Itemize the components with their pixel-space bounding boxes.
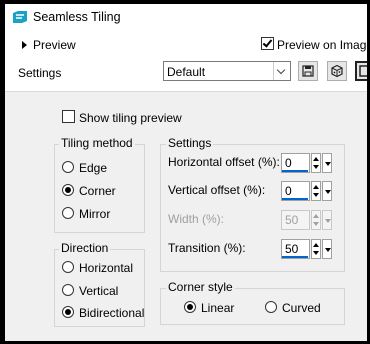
corner-style-curved-radio[interactable] (265, 301, 277, 313)
direction-bidirectional-radio[interactable] (62, 306, 74, 318)
spin-up-icon[interactable] (313, 185, 319, 189)
horizontal-offset-bar (282, 170, 308, 172)
spin-down-icon[interactable] (313, 193, 319, 197)
transition-spinner[interactable]: 50 (281, 239, 333, 259)
divider (5, 91, 367, 92)
width-value: 50 (285, 213, 299, 227)
dialog-window: Seamless Tiling Preview Preview on Image… (5, 4, 367, 341)
chevron-down-icon[interactable] (273, 62, 290, 80)
dice-icon (331, 64, 343, 78)
horizontal-offset-spinner[interactable]: 0 (281, 153, 333, 173)
width-spinner: 50 (281, 210, 333, 230)
width-label: Width (%): (168, 212, 225, 226)
chevron-down-icon (325, 248, 331, 252)
tiling-method-corner-label: Corner (79, 184, 116, 198)
direction-vertical-radio[interactable] (62, 284, 74, 296)
title-bar: Seamless Tiling (5, 4, 367, 30)
corner-style-title: Corner style (166, 280, 235, 294)
transition-dropdown[interactable] (322, 239, 332, 259)
direction-vertical-label: Vertical (79, 284, 119, 298)
horizontal-offset-value: 0 (285, 156, 292, 170)
tiling-method-edge-radio[interactable] (62, 161, 74, 173)
tiling-method-edge-label: Edge (79, 161, 108, 175)
direction-horizontal-radio[interactable] (62, 261, 74, 273)
chevron-down-icon (325, 190, 331, 194)
chevron-down-icon (325, 162, 331, 166)
spin-up-icon (313, 214, 319, 218)
gear-icon (359, 65, 367, 77)
spin-down-icon (313, 222, 319, 226)
tiling-method-mirror-label: Mirror (79, 207, 111, 221)
corner-style-linear-radio[interactable] (184, 301, 196, 313)
app-icon (13, 11, 27, 23)
transition-arrows[interactable] (311, 239, 321, 259)
corner-style-curved-label: Curved (282, 301, 321, 315)
window-title: Seamless Tiling (33, 10, 121, 24)
vertical-offset-bar (282, 198, 308, 200)
vertical-offset-value: 0 (285, 184, 292, 198)
width-arrows (311, 210, 321, 230)
chevron-down-icon (325, 219, 331, 223)
settings-menu-button[interactable] (355, 61, 367, 81)
vertical-offset-spinner[interactable]: 0 (281, 181, 333, 201)
settings-group-title: Settings (166, 136, 214, 150)
settings-label: Settings (18, 66, 62, 80)
save-preset-button[interactable] (298, 61, 318, 81)
preview-on-image-checkbox[interactable] (261, 37, 274, 50)
spin-down-icon[interactable] (313, 251, 319, 255)
vertical-offset-input[interactable]: 0 (281, 181, 310, 201)
width-input: 50 (281, 210, 310, 230)
transition-input[interactable]: 50 (281, 239, 310, 259)
tiling-method-mirror-radio[interactable] (62, 207, 74, 219)
corner-style-linear-label: Linear (201, 301, 235, 315)
preset-select-value: Default (167, 65, 206, 79)
transition-value: 50 (285, 242, 299, 256)
transition-bar (282, 256, 308, 258)
tiling-method-corner-radio[interactable] (62, 184, 74, 196)
expand-arrow-icon[interactable] (22, 41, 27, 49)
direction-bidirectional-label: Bidirectional (79, 306, 145, 320)
horizontal-offset-label: Horizontal offset (%): (168, 155, 280, 169)
spin-up-icon[interactable] (313, 157, 319, 161)
randomize-button[interactable] (327, 61, 347, 81)
save-icon (302, 65, 314, 77)
horizontal-offset-dropdown[interactable] (322, 153, 332, 173)
direction-horizontal-label: Horizontal (79, 261, 134, 275)
show-tiling-preview-checkbox[interactable] (62, 110, 75, 123)
checkmark-icon (262, 37, 273, 48)
spin-down-icon[interactable] (313, 165, 319, 169)
horizontal-offset-input[interactable]: 0 (281, 153, 310, 173)
direction-title: Direction (59, 241, 111, 255)
vertical-offset-label: Vertical offset (%): (168, 183, 266, 197)
horizontal-offset-arrows[interactable] (311, 153, 321, 173)
preset-select[interactable]: Default (163, 61, 291, 81)
preview-toggle[interactable]: Preview (33, 38, 76, 52)
width-dropdown (322, 210, 332, 230)
spin-up-icon[interactable] (313, 243, 319, 247)
transition-label: Transition (%): (168, 241, 246, 255)
show-tiling-preview-label: Show tiling preview (79, 111, 182, 125)
preview-on-image-label: Preview on Image (277, 38, 367, 52)
tiling-method-title: Tiling method (59, 136, 135, 150)
vertical-offset-dropdown[interactable] (322, 181, 332, 201)
vertical-offset-arrows[interactable] (311, 181, 321, 201)
